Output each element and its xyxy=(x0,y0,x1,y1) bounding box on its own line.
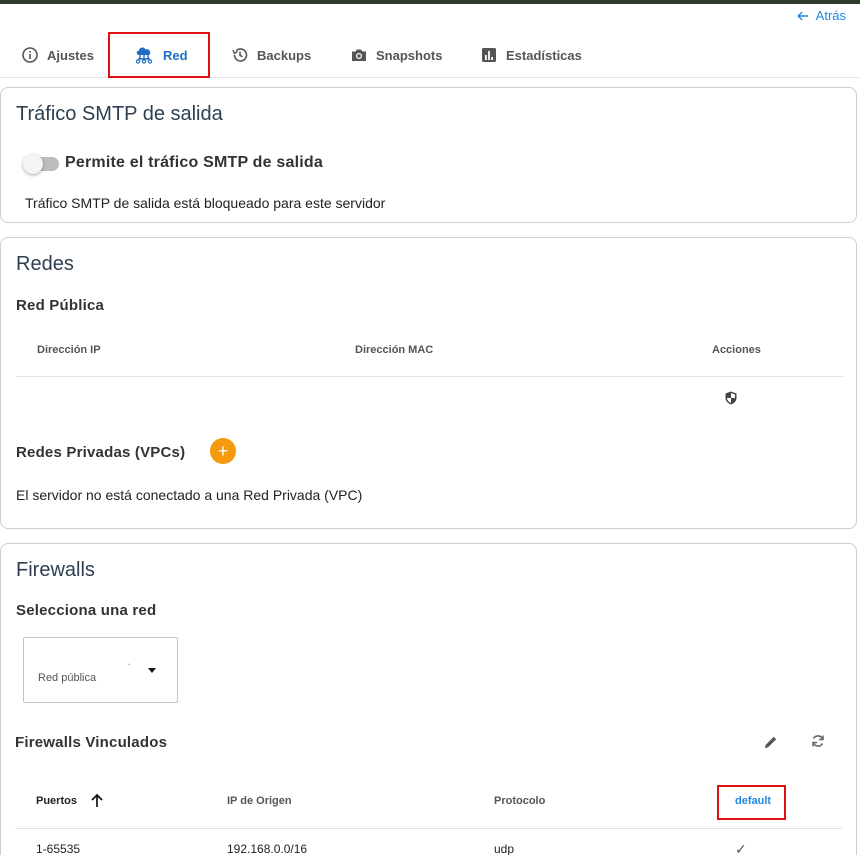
add-vpc-button[interactable]: + xyxy=(210,438,236,464)
tab-label: Snapshots xyxy=(376,47,443,63)
private-networks-title: Redes Privadas (VPCs) xyxy=(16,444,186,461)
table-divider xyxy=(16,376,843,377)
shield-action-button[interactable] xyxy=(721,388,741,408)
public-network-title: Red Pública xyxy=(16,297,105,314)
smtp-title: Tráfico SMTP de salida xyxy=(16,103,223,125)
tab-snapshots[interactable]: Snapshots xyxy=(350,34,442,76)
toggle-knob xyxy=(23,154,43,174)
tab-label: Ajustes xyxy=(47,47,94,63)
tab-estadisticas[interactable]: Estadísticas xyxy=(480,34,582,76)
active-tab-highlight xyxy=(108,32,210,78)
arrow-left-icon xyxy=(796,11,808,20)
tab-backups[interactable]: Backups xyxy=(231,34,311,76)
back-link[interactable]: Atrás xyxy=(796,8,846,23)
info-icon xyxy=(22,47,38,63)
pencil-icon xyxy=(765,736,777,748)
smtp-card: Tráfico SMTP de salida Permite el tráfic… xyxy=(0,87,857,223)
default-highlight xyxy=(717,785,786,820)
check-icon: ✓ xyxy=(735,841,747,855)
protocol-cell: udp xyxy=(494,842,515,855)
refresh-icon xyxy=(812,735,824,747)
column-ports[interactable]: Puertos xyxy=(36,795,77,807)
tab-ajustes[interactable]: Ajustes xyxy=(21,34,94,76)
edit-firewall-button[interactable] xyxy=(761,732,781,752)
tab-label: Backups xyxy=(257,47,312,63)
column-source-ip: IP de Origen xyxy=(227,795,292,807)
shield-icon xyxy=(725,391,737,405)
table-divider xyxy=(15,828,842,829)
networks-card: Redes Red Pública Dirección IP Dirección… xyxy=(0,237,857,529)
firewalls-title: Firewalls xyxy=(16,559,95,581)
network-select[interactable]: ͅ Red pública xyxy=(23,637,178,703)
ports-cell: 1-65535 xyxy=(36,842,81,855)
smtp-toggle[interactable] xyxy=(23,154,59,174)
top-accent-bar xyxy=(0,0,860,4)
tab-bar: Ajustes Red Backups Snapshots Estadístic… xyxy=(0,30,860,78)
source-ip-cell: 192.168.0.0/16 xyxy=(227,842,308,855)
smtp-toggle-label: Permite el tráfico SMTP de salida xyxy=(65,154,323,171)
sort-ascending-icon[interactable] xyxy=(89,793,105,809)
dropdown-arrow-icon xyxy=(148,668,156,673)
vpc-empty-text: El servidor no está conectado a una Red … xyxy=(16,487,363,503)
network-select-value: Red pública xyxy=(38,672,97,684)
back-label: Atrás xyxy=(815,8,846,23)
refresh-button[interactable] xyxy=(808,731,828,751)
history-icon xyxy=(232,48,248,62)
column-actions: Acciones xyxy=(712,344,761,356)
bar-chart-icon xyxy=(482,48,496,62)
column-ip-address: Dirección IP xyxy=(37,344,101,356)
column-protocol: Protocolo xyxy=(494,795,546,807)
smtp-status-text: Tráfico SMTP de salida está bloqueado pa… xyxy=(25,195,386,211)
column-mac-address: Dirección MAC xyxy=(355,344,434,356)
linked-firewalls-title: Firewalls Vinculados xyxy=(15,734,168,751)
camera-icon xyxy=(352,49,366,61)
tab-label: Estadísticas xyxy=(506,47,582,63)
networks-title: Redes xyxy=(16,253,74,275)
select-network-title: Selecciona una red xyxy=(16,602,157,619)
